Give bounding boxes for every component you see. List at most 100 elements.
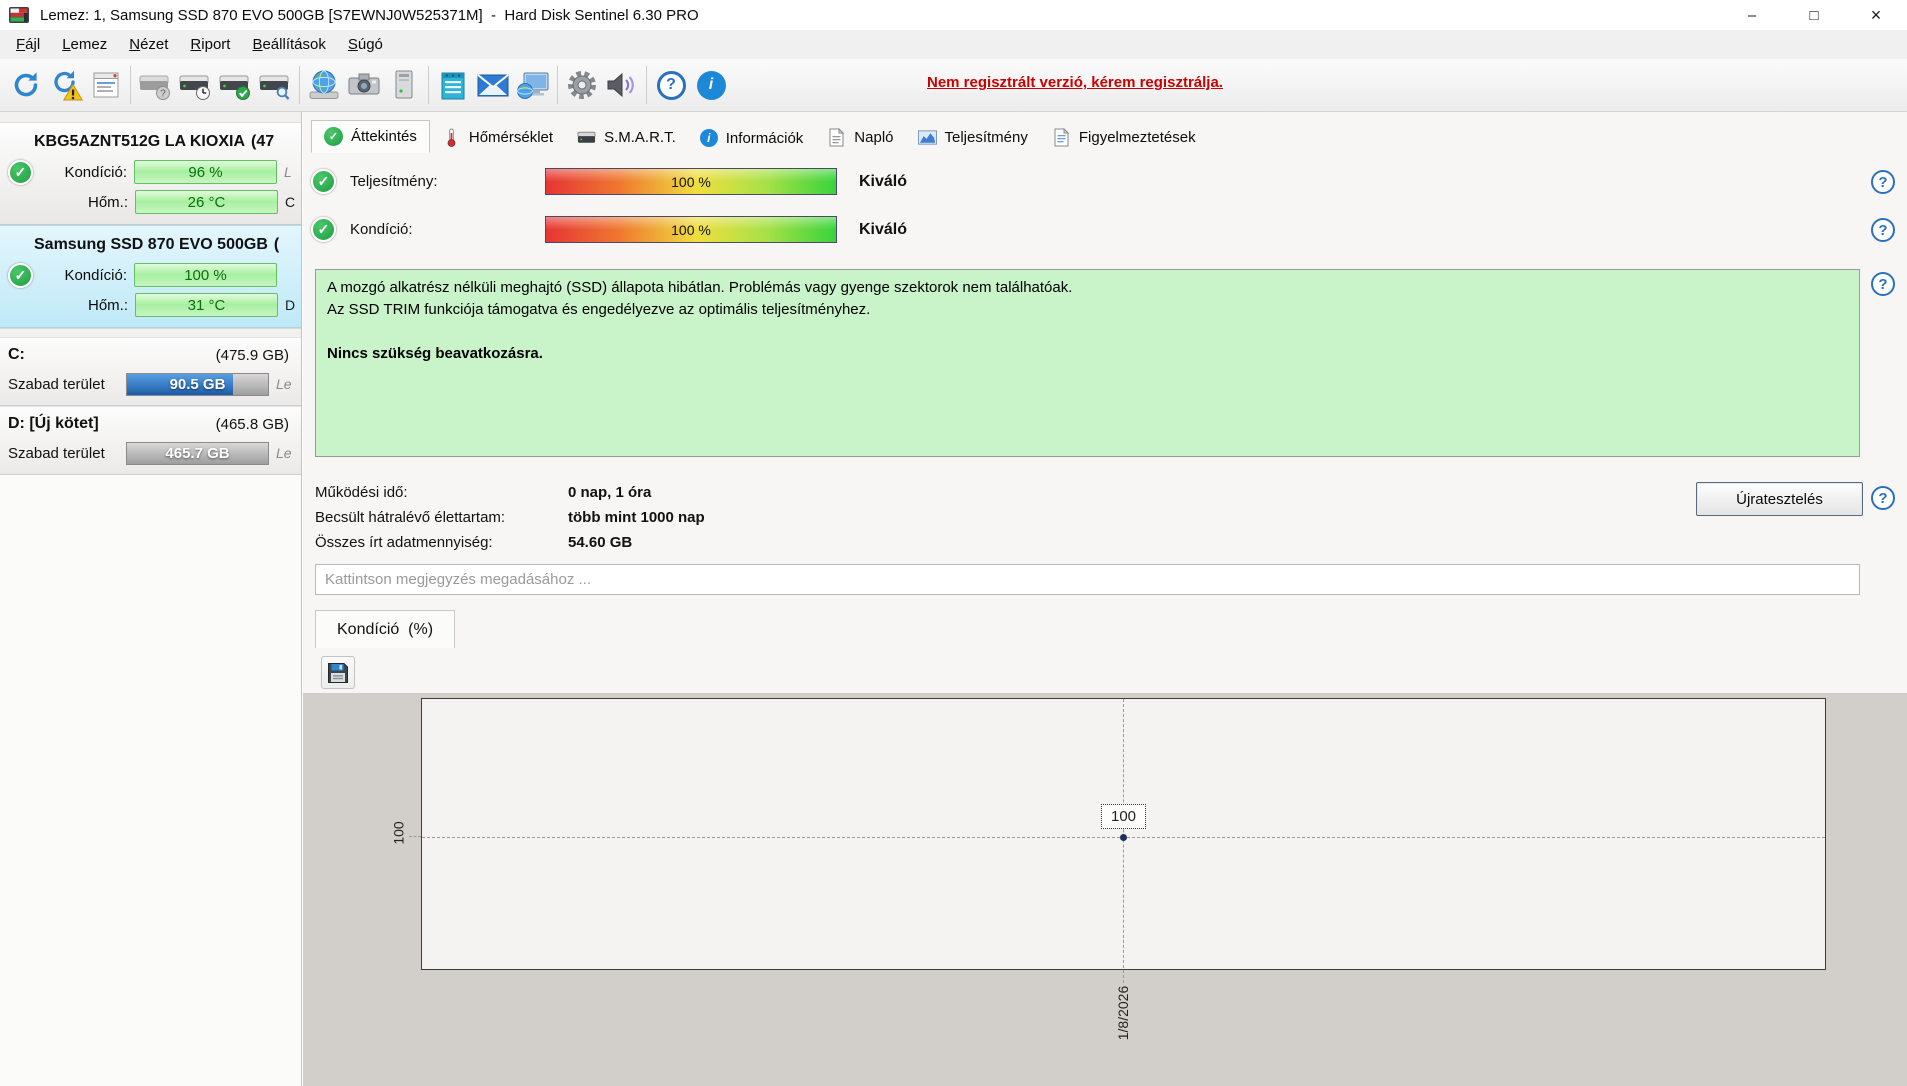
disk-clock-icon[interactable] xyxy=(175,64,215,106)
comment-input[interactable] xyxy=(315,564,1860,595)
toolbar: ? ? i Nem regisztrált verzió, kérem regi… xyxy=(0,59,1907,112)
document-icon xyxy=(827,128,846,147)
condition-gradient-bar: 100 % xyxy=(545,216,837,243)
menu-beallitasok[interactable]: Beállítások xyxy=(241,32,336,57)
close-button[interactable]: × xyxy=(1845,0,1907,30)
disk-search-icon[interactable] xyxy=(255,64,295,106)
tab-informaciok[interactable]: i Információk xyxy=(688,123,816,153)
temperature-bar: 26 °C xyxy=(135,190,278,214)
status-line-2: Az SSD TRIM funkciója támogatva és enged… xyxy=(327,301,871,318)
tab-teljesitmeny[interactable]: Teljesítmény xyxy=(906,122,1040,153)
chart-ytick-dash xyxy=(409,836,421,837)
chart-plot-area: 100 xyxy=(421,698,1826,983)
camera-icon[interactable] xyxy=(344,64,384,106)
performance-label: Teljesítmény: xyxy=(350,173,438,190)
temperature-bar: 31 °C xyxy=(135,293,278,317)
menu-sugo[interactable]: Súgó xyxy=(337,32,394,57)
disk-item-kioxia[interactable]: KBG5AZNT512G LA KIOXIA (47 ✓ Kondíció: 9… xyxy=(0,122,301,225)
tab-homerseklet[interactable]: Hőmérséklet xyxy=(430,122,565,153)
toolbar-separator xyxy=(299,66,300,104)
partition-name: D: [Új kötet] xyxy=(8,415,99,432)
toolbar-separator xyxy=(646,66,647,104)
help-icon[interactable]: ? xyxy=(651,64,691,106)
menu-nezet[interactable]: Nézet xyxy=(118,32,179,57)
maximize-button[interactable]: □ xyxy=(1783,0,1845,30)
condition-bar: 100 % xyxy=(134,263,277,287)
status-text-box: A mozgó alkatrész nélküli meghajtó (SSD)… xyxy=(315,269,1860,457)
computer-icon[interactable] xyxy=(384,64,424,106)
tab-naplo[interactable]: Napló xyxy=(815,122,905,153)
settings-gear-icon[interactable] xyxy=(562,64,602,106)
window-title: Lemez: 1, Samsung SSD 870 EVO 500GB [S7E… xyxy=(40,6,699,24)
toolbar-separator xyxy=(130,66,131,104)
performance-row: ✓ Teljesítmény: 100 % Kiváló xyxy=(311,168,907,195)
disk-item-samsung-selected[interactable]: Samsung SSD 870 EVO 500GB ( ✓ Kondíció: … xyxy=(0,225,301,328)
save-chart-button[interactable] xyxy=(321,656,355,689)
registration-notice-link[interactable]: Nem regisztrált verzió, kérem regisztrál… xyxy=(927,74,1223,91)
info-icon[interactable]: i xyxy=(691,64,731,106)
refresh-icon[interactable] xyxy=(6,64,46,106)
condition-bar: 96 % xyxy=(134,160,277,184)
chart-dashed-vline xyxy=(1123,699,1124,983)
help-icon[interactable]: ? xyxy=(1871,486,1895,510)
retest-button[interactable]: Újratesztelés xyxy=(1696,482,1863,516)
thermometer-icon xyxy=(442,128,461,147)
warnings-page-icon xyxy=(1052,128,1071,147)
partition-item-c[interactable]: C: (475.9 GB) Szabad terület 90.5 GB Le xyxy=(0,337,301,406)
performance-rating: Kiváló xyxy=(859,172,908,190)
app-logo-icon xyxy=(9,7,29,23)
sidebar-spacer xyxy=(0,328,301,337)
report-icon[interactable] xyxy=(86,64,126,106)
sound-speaker-icon[interactable] xyxy=(602,64,642,106)
partition-size: (465.8 GB) xyxy=(215,415,289,433)
svg-text:?: ? xyxy=(160,89,166,100)
free-space-bar: 90.5 GB xyxy=(126,372,269,396)
disk-accept-icon[interactable] xyxy=(215,64,255,106)
email-icon[interactable] xyxy=(473,64,513,106)
disk-condition-row: ✓ Kondíció: 100 % xyxy=(0,260,301,290)
notes-icon[interactable] xyxy=(433,64,473,106)
help-icon[interactable]: ? xyxy=(1871,272,1895,296)
condition-history-chart: 100 100 1/8/2026 xyxy=(303,693,1907,1086)
disk-icon xyxy=(577,128,596,147)
status-line-1: A mozgó alkatrész nélküli meghajtó (SSD)… xyxy=(327,279,1073,296)
minimize-button[interactable]: – xyxy=(1721,0,1783,30)
check-circle-icon: ✓ xyxy=(324,127,343,146)
refresh-warning-icon[interactable] xyxy=(46,64,86,106)
partition-size: (475.9 GB) xyxy=(215,346,289,364)
window-controls: – □ × xyxy=(1721,0,1907,30)
tab-figyelmeztetesek[interactable]: Figyelmeztetések xyxy=(1040,122,1208,153)
chart-tab-kondicio[interactable]: Kondíció (%) xyxy=(315,610,456,648)
condition-row: ✓ Kondíció: 100 % Kiváló xyxy=(311,216,907,243)
tab-smart[interactable]: S.M.A.R.T. xyxy=(565,122,688,153)
sidebar-spacer xyxy=(0,112,301,122)
partition-free-row: Szabad terület 465.7 GB Le xyxy=(0,438,301,468)
disk-name: Samsung SSD 870 EVO 500GB ( xyxy=(34,236,280,253)
ok-check-icon: ✓ xyxy=(311,169,336,194)
stat-row: Összes írt adatmennyiség: 54.60 GB xyxy=(315,534,633,551)
titlebar: Lemez: 1, Samsung SSD 870 EVO 500GB [S7E… xyxy=(0,0,1907,30)
partition-free-row: Szabad terület 90.5 GB Le xyxy=(0,369,301,399)
performance-gradient-bar: 100 % xyxy=(545,168,837,195)
hard-disk-sentinel-window: Lemez: 1, Samsung SSD 870 EVO 500GB [S7E… xyxy=(0,0,1907,1086)
chart-icon xyxy=(917,128,937,147)
floppy-save-icon xyxy=(328,662,348,683)
tab-attekintes[interactable]: ✓ Áttekintés xyxy=(311,120,430,153)
menu-fajl[interactable]: Fájl xyxy=(5,32,51,57)
disk-info-icon[interactable]: ? xyxy=(135,64,175,106)
toolbar-separator xyxy=(557,66,558,104)
disk-condition-row: ✓ Kondíció: 96 % L xyxy=(0,157,301,187)
network-globe-icon[interactable] xyxy=(304,64,344,106)
web-monitor-icon[interactable] xyxy=(513,64,553,106)
help-icon[interactable]: ? xyxy=(1871,170,1895,194)
menu-riport[interactable]: Riport xyxy=(179,32,241,57)
menu-lemez[interactable]: Lemez xyxy=(51,32,118,57)
ok-check-icon: ✓ xyxy=(8,262,33,288)
lifetime-stats: Működési idő: 0 nap, 1 óra Becsült hátra… xyxy=(315,480,705,555)
partition-item-d[interactable]: D: [Új kötet] (465.8 GB) Szabad terület … xyxy=(0,406,301,475)
status-conclusion: Nincs szükség beavatkozásra. xyxy=(327,345,543,362)
menubar: Fájl Lemez Nézet Riport Beállítások Súgó xyxy=(0,30,1907,59)
chart-point-label: 100 xyxy=(1101,804,1146,829)
help-icon[interactable]: ? xyxy=(1871,218,1895,242)
main-panel: ✓ Áttekintés Hőmérséklet S.M.A.R.T. i In… xyxy=(303,112,1907,1086)
